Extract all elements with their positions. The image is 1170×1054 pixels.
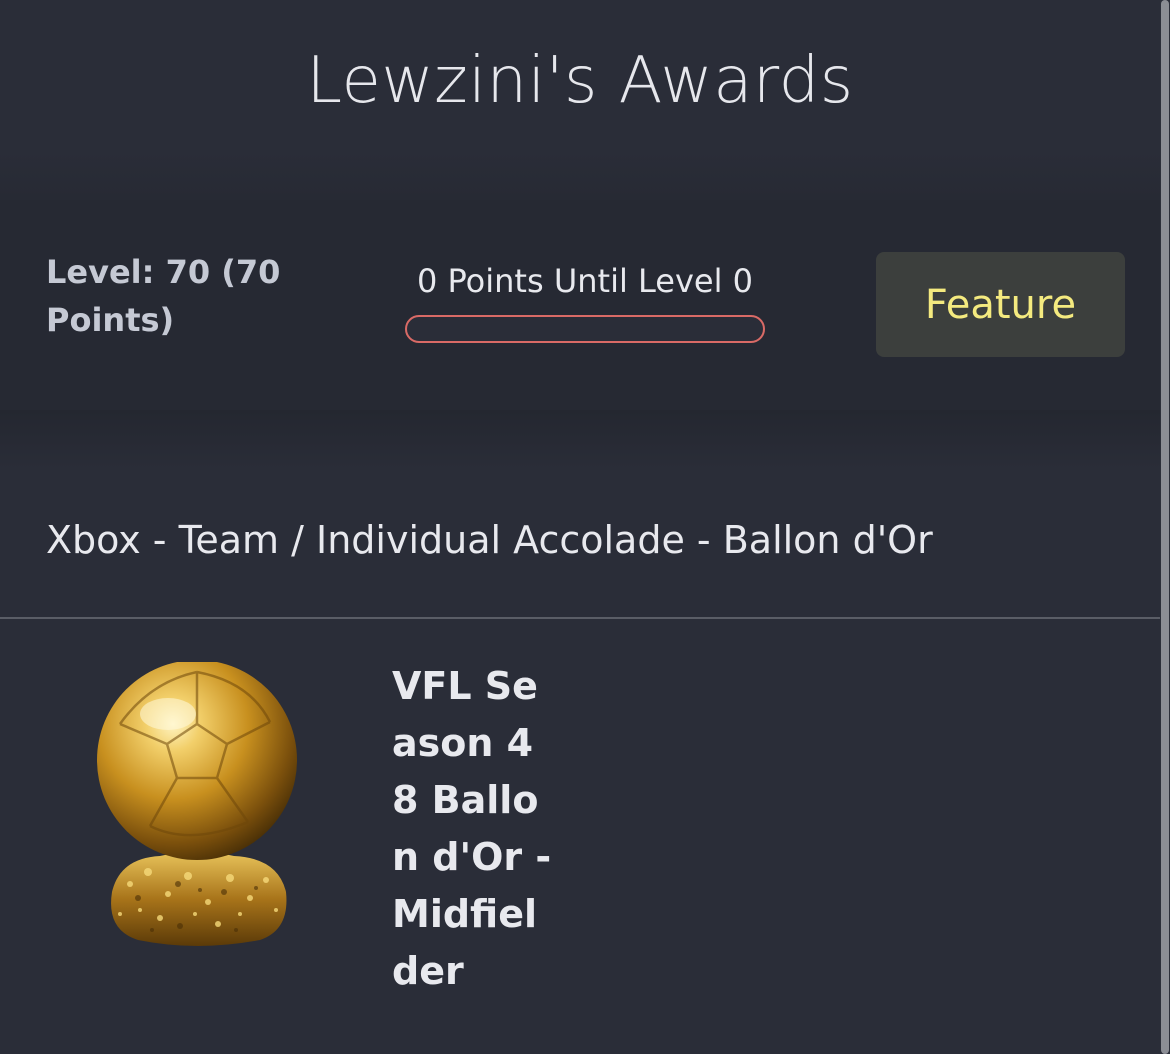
section-divider [0, 617, 1160, 619]
ballon-d-or-trophy-image [97, 662, 297, 946]
level-text: Level: 70 (70 Points) [46, 253, 281, 339]
page-title: Lewzini's Awards [306, 44, 854, 118]
level-progress-bar [405, 315, 765, 343]
points-until-level-label: 0 Points Until Level 0 [416, 262, 754, 300]
award-title: VFL Season 48 Ballon d'Or - Midfielder [392, 664, 552, 993]
scrollbar-thumb[interactable] [1161, 0, 1169, 1054]
scrollbar[interactable] [1160, 0, 1170, 1054]
feature-button[interactable]: Feature [876, 252, 1125, 357]
header-divider-shade [0, 150, 1160, 200]
panel-shadow [0, 410, 1160, 470]
award-category-heading: Xbox - Team / Individual Accolade - Ball… [46, 518, 933, 562]
